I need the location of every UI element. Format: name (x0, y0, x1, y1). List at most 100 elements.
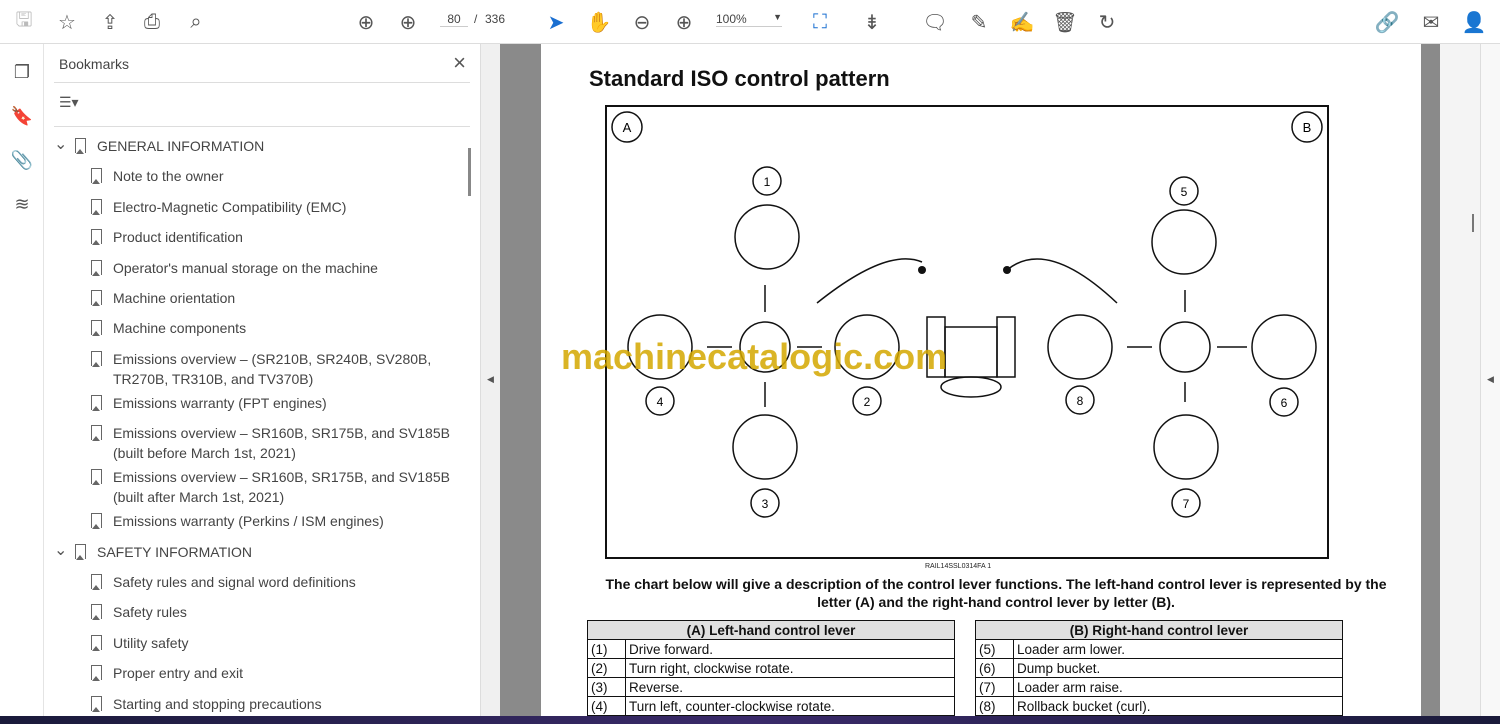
save-icon[interactable]: 🖫 (10, 8, 38, 36)
bookmark-icon (91, 350, 102, 367)
label-a-text: A (623, 120, 632, 135)
bookmark-icon (91, 513, 102, 530)
layers-icon[interactable]: ≋ (8, 194, 36, 222)
bookmark-icon (91, 394, 102, 411)
right-lever-table: (B) Right-hand control lever (5) Loader a… (975, 620, 1343, 716)
document-scrollbar[interactable] (1472, 214, 1474, 232)
bookmark-label: Electro-Magnetic Compatibility (EMC) (113, 198, 347, 215)
account-icon[interactable]: 👤 (1460, 8, 1488, 36)
email-icon[interactable]: ✉ (1417, 8, 1445, 36)
page-down-icon[interactable]: ⊕ (394, 8, 422, 36)
row-text: Turn right, clockwise rotate. (625, 658, 955, 678)
panel-collapse-handle[interactable]: ◀ (480, 44, 500, 716)
bookmark-icon (91, 634, 102, 651)
zoom-in-icon[interactable]: ⊕ (670, 8, 698, 36)
share-link-icon[interactable]: 🔗 (1373, 8, 1401, 36)
bookmark-item[interactable]: Product identification (91, 227, 243, 247)
bookmark-label: Emissions overview – (SR210B, SR240B, SV… (113, 350, 432, 367)
bookmarks-title: Bookmarks (59, 56, 130, 72)
chevron-down-icon[interactable]: ⌄ (54, 540, 67, 560)
callout-number: 2 (864, 395, 871, 409)
redo-icon[interactable]: ↻ (1093, 8, 1121, 36)
page-separator: / (474, 12, 478, 26)
scroll-mode-icon[interactable]: ⇟ (858, 8, 886, 36)
chevron-down-icon[interactable]: ⌄ (54, 134, 67, 154)
bookmark-item[interactable]: Proper entry and exit (91, 663, 243, 683)
callout-number: 1 (764, 175, 771, 189)
chevron-down-icon: ▼ (773, 12, 782, 22)
bookmarks-icon[interactable]: 🔖 (8, 106, 36, 134)
bookmark-label: Starting and stopping precautions (113, 695, 322, 712)
bookmark-label: Emissions overview – SR160B, SR175B, and… (113, 425, 450, 442)
star-icon[interactable]: ☆ (53, 8, 81, 36)
row-text: Dump bucket. (1013, 658, 1343, 678)
bookmark-item[interactable]: Emissions overview – SR160B, SR175B, and… (91, 423, 450, 463)
bookmark-item[interactable]: Electro-Magnetic Compatibility (EMC) (91, 197, 347, 217)
bookmark-item[interactable]: Emissions overview – SR160B, SR175B, and… (91, 467, 450, 507)
bookmark-icon (91, 574, 102, 590)
arrow-icon (816, 258, 923, 304)
close-icon[interactable]: × (453, 50, 466, 76)
bookmark-icon (91, 604, 102, 621)
print-icon[interactable]: ⎙ (138, 8, 166, 36)
select-cursor-icon[interactable]: ➤ (542, 8, 570, 36)
bookmark-item[interactable]: Emissions warranty (Perkins / ISM engine… (91, 511, 384, 531)
bookmark-item[interactable]: Machine components (91, 318, 246, 338)
callout-number: 4 (657, 395, 664, 409)
highlight-pen-icon[interactable]: ✎ (965, 8, 993, 36)
bookmark-item[interactable]: Machine orientation (91, 288, 235, 308)
row-text: Turn left, counter-clockwise rotate. (625, 696, 955, 716)
bookmark-item[interactable]: Operator's manual storage on the machine (91, 258, 378, 278)
zoom-out-icon[interactable]: ⊖ (628, 8, 656, 36)
table-header: (B) Right-hand control lever (975, 620, 1343, 640)
bookmark-label: Emissions overview – SR160B, SR175B, and… (113, 469, 450, 486)
upload-cloud-icon[interactable]: ⇪ (96, 8, 124, 36)
function-icon (1153, 414, 1219, 480)
callout-number: 5 (1181, 185, 1188, 199)
taskbar (0, 716, 1500, 724)
function-icon (734, 204, 800, 270)
zoom-select[interactable]: 100% ▼ (716, 12, 782, 27)
function-icon (1251, 314, 1317, 380)
row-number: (1) (587, 639, 626, 659)
watermark: machinecatalogic.com (561, 336, 948, 377)
bookmark-item[interactable]: SAFETY INFORMATION (75, 542, 252, 562)
figure-code: RAIL14SSL0314FA 1 (925, 563, 992, 570)
bookmarks-scrollbar[interactable] (468, 148, 471, 196)
bookmark-item[interactable]: GENERAL INFORMATION (75, 136, 265, 156)
right-panel-toggle[interactable]: ◀ (1480, 44, 1500, 716)
bookmark-options-button[interactable]: ☰▾ (59, 94, 79, 111)
bookmark-item[interactable]: Note to the owner (91, 166, 224, 186)
table-row: (4) Turn left, counter-clockwise rotate. (587, 696, 955, 716)
bookmark-item[interactable]: Emissions warranty (FPT engines) (91, 393, 327, 413)
pages-icon[interactable]: ❐ (8, 62, 36, 90)
bookmark-label: Emissions warranty (FPT engines) (113, 394, 327, 411)
table-header: (A) Left-hand control lever (587, 620, 955, 640)
table-row: (6) Dump bucket. (975, 658, 1343, 678)
row-text: Loader arm lower. (1013, 639, 1343, 659)
table-row: (3) Reverse. (587, 677, 955, 697)
bookmarks-panel: Bookmarks × ☰▾ GENERAL INFORMATION ⌄ Note … (44, 44, 480, 716)
comment-icon[interactable]: 🗨 (921, 8, 949, 36)
bookmark-item[interactable]: Starting and stopping precautions (91, 694, 322, 714)
page-up-icon[interactable]: ⊕ (352, 8, 380, 36)
bookmark-label: GENERAL INFORMATION (97, 138, 265, 154)
attachment-icon[interactable]: 📎 (8, 150, 36, 178)
draw-icon[interactable]: ✍ (1008, 8, 1036, 36)
row-number: (3) (587, 677, 626, 697)
page-number-input[interactable]: 80 (440, 12, 468, 27)
bookmark-item[interactable]: Safety rules (91, 602, 187, 622)
hand-tool-icon[interactable]: ✋ (585, 8, 613, 36)
bookmark-icon (91, 168, 102, 185)
arrow-icon (1006, 258, 1118, 304)
bookmark-label: Safety rules (113, 604, 187, 621)
search-icon[interactable]: ⌕ (182, 8, 210, 36)
delete-icon[interactable]: 🗑 (1051, 8, 1079, 36)
fit-page-icon[interactable]: ⛶ (806, 8, 834, 36)
bookmark-item[interactable]: Safety rules and signal word definitions (91, 572, 356, 592)
bookmark-item[interactable]: Utility safety (91, 633, 188, 653)
function-icon (1151, 209, 1217, 275)
row-text: Drive forward. (625, 639, 955, 659)
bookmark-item[interactable]: Emissions overview – (SR210B, SR240B, SV… (91, 349, 432, 389)
bookmark-icon (91, 469, 102, 486)
